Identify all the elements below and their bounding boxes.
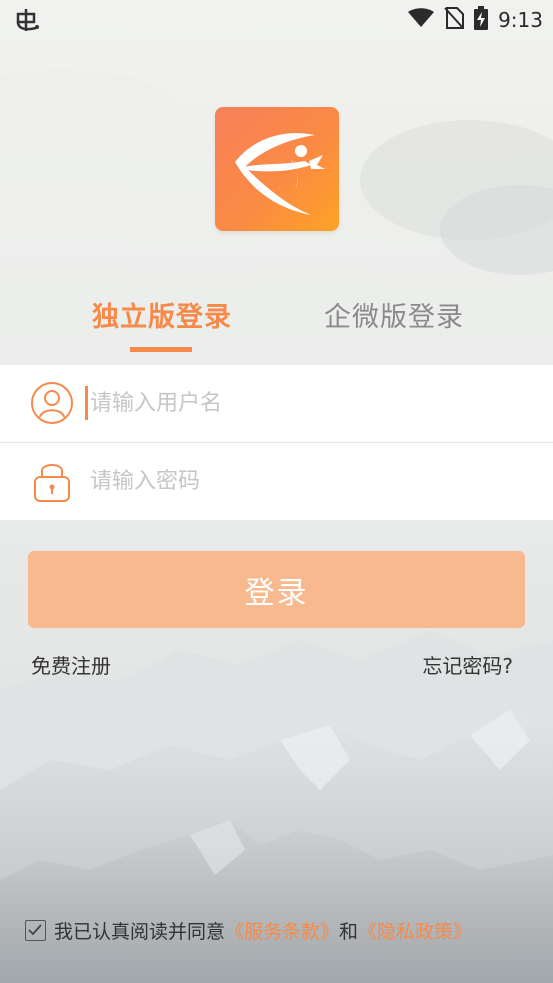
tab-standalone-login[interactable]: 独立版登录 — [92, 295, 232, 334]
login-button[interactable]: 登录 — [28, 551, 525, 628]
checkmark-icon — [28, 923, 42, 935]
privacy-policy-link[interactable]: 《隐私政策》 — [358, 917, 472, 944]
password-row — [0, 443, 553, 520]
register-link[interactable]: 免费注册 — [31, 650, 111, 679]
agreement-text: 我已认真阅读并同意 — [54, 920, 226, 943]
wifi-icon — [408, 8, 435, 32]
battery-charging-icon — [474, 6, 489, 34]
user-icon — [30, 381, 74, 425]
username-row — [0, 365, 553, 442]
lock-icon — [30, 459, 74, 503]
forgot-password-link[interactable]: 忘记密码? — [422, 650, 513, 679]
status-bar: 9:13 — [0, 0, 553, 40]
bug-icon — [14, 6, 42, 34]
active-tab-indicator — [130, 347, 192, 352]
login-mode-tabs: 独立版登录 企微版登录 — [0, 285, 553, 353]
terms-of-service-link[interactable]: 《服务条款》 — [225, 917, 339, 944]
clock: 9:13 — [498, 8, 543, 32]
agreement-and-text: 和 — [339, 920, 359, 943]
tab-wecom-login[interactable]: 企微版登录 — [324, 295, 464, 334]
app-logo — [215, 107, 339, 231]
password-input[interactable] — [86, 461, 520, 501]
bow-and-arrow-logo-icon — [235, 133, 325, 215]
username-input[interactable] — [86, 383, 520, 423]
no-sim-icon — [444, 7, 465, 33]
agreement-row: 我已认真阅读并同意 《服务条款》 和 《隐私政策》 — [25, 917, 472, 943]
agreement-checkbox[interactable] — [25, 919, 46, 941]
